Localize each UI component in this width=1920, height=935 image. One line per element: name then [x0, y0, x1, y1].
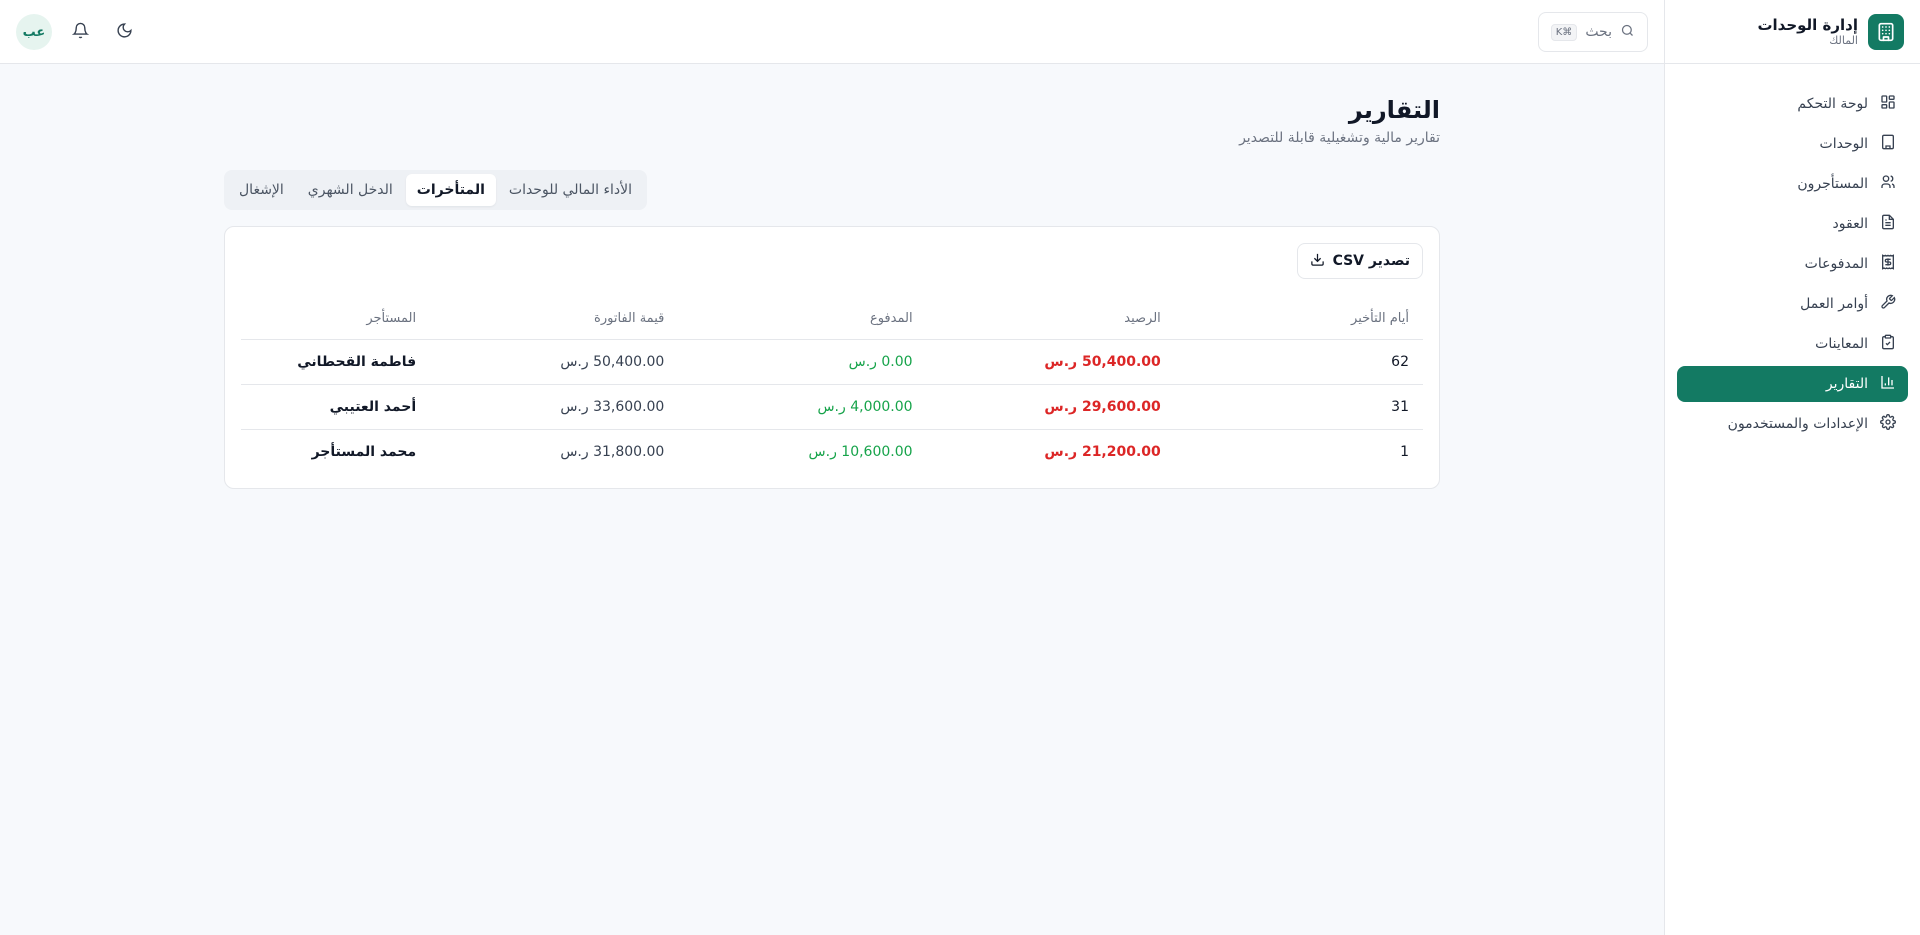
sidebar-item-settings[interactable]: الإعدادات والمستخدمون — [1677, 406, 1908, 442]
bell-icon — [71, 22, 89, 43]
sidebar-item-label: التقارير — [1825, 376, 1868, 392]
export-csv-button[interactable]: تصدير CSV — [1296, 243, 1423, 279]
sidebar-item-contracts[interactable]: العقود — [1677, 206, 1908, 242]
sidebar-item-label: المدفوعات — [1804, 256, 1868, 272]
tab-arrears[interactable]: المتأخرات — [405, 174, 496, 206]
sidebar: إدارة الوحدات المالك لوحة التحكم الوحدات… — [1664, 0, 1920, 935]
sidebar-item-payments[interactable]: المدفوعات — [1677, 246, 1908, 282]
sidebar-item-dashboard[interactable]: لوحة التحكم — [1677, 86, 1908, 122]
tab-monthly-income[interactable]: الدخل الشهري — [297, 174, 404, 206]
sidebar-item-inspections[interactable]: المعاينات — [1677, 326, 1908, 362]
column-header-invoice: قيمة الفاتورة — [430, 299, 679, 340]
sidebar-item-label: المستأجرون — [1797, 176, 1868, 192]
moon-icon — [116, 22, 133, 43]
shortcut-hint: K⌘ — [1550, 23, 1578, 41]
page-subtitle: تقارير مالية وتشغيلية قابلة للتصدير — [1239, 130, 1440, 146]
wrench-icon — [1880, 294, 1896, 314]
notifications-button[interactable] — [64, 16, 96, 48]
dashboard-icon — [1880, 94, 1896, 114]
sidebar-item-label: أوامر العمل — [1800, 296, 1868, 312]
column-header-paid: المدفوع — [678, 299, 927, 340]
cell-paid: 10,600.00 ر.س — [808, 443, 913, 460]
users-icon — [1880, 174, 1896, 194]
cell-balance: 29,600.00 ر.س — [926, 384, 1175, 430]
cell-tenant: فاطمة القحطاني — [241, 339, 431, 385]
sidebar-item-tenants[interactable]: المستأجرون — [1677, 166, 1908, 202]
sidebar-item-label: العقود — [1832, 216, 1868, 232]
column-header-balance: الرصيد — [926, 299, 1175, 340]
gear-icon — [1880, 414, 1896, 434]
sidebar-item-label: الإعدادات والمستخدمون — [1727, 416, 1868, 432]
tab-unit-performance[interactable]: الأداء المالي للوحدات — [498, 174, 643, 206]
column-header-days: أيام التأخير — [1174, 299, 1423, 340]
export-label: تصدير CSV — [1332, 253, 1410, 269]
cell-balance: 21,200.00 ر.س — [1044, 443, 1161, 460]
brand-title: إدارة الوحدات — [1757, 15, 1858, 34]
sidebar-item-work-orders[interactable]: أوامر العمل — [1677, 286, 1908, 322]
theme-toggle-button[interactable] — [108, 16, 140, 48]
brand-subtitle: المالك — [1829, 33, 1858, 47]
column-header-tenant: المستأجر — [241, 299, 431, 340]
cell-invoice: 33,600.00 ر.س — [430, 384, 679, 430]
document-icon — [1880, 214, 1896, 234]
page-title: التقارير — [1348, 96, 1440, 124]
brand: إدارة الوحدات المالك — [1665, 0, 1920, 64]
clipboard-check-icon — [1880, 334, 1896, 354]
report-tabs: الأداء المالي للوحدات المتأخرات الدخل ال… — [224, 170, 648, 210]
receipt-icon — [1880, 254, 1896, 274]
cell-days: 1 — [1400, 443, 1409, 460]
search-placeholder: بحث — [1585, 24, 1612, 40]
cell-paid: 0.00 ر.س — [678, 339, 927, 385]
tab-occupancy[interactable]: الإشغال — [228, 174, 295, 206]
sidebar-item-label: لوحة التحكم — [1797, 96, 1868, 112]
sidebar-item-reports[interactable]: التقارير — [1677, 366, 1908, 402]
sidebar-nav: لوحة التحكم الوحدات المستأجرون العقود ال… — [1665, 64, 1920, 442]
sidebar-item-label: الوحدات — [1819, 136, 1868, 152]
chart-icon — [1880, 374, 1896, 394]
cell-days: 62 — [1174, 339, 1423, 385]
header-actions: عب — [16, 14, 140, 50]
arrears-card: تصدير CSV أيام التأخير الرصيد المدفوع قي… — [224, 226, 1440, 489]
cell-balance: 50,400.00 ر.س — [926, 339, 1175, 385]
cell-invoice: 31,800.00 ر.س — [560, 443, 665, 460]
search-box[interactable]: بحث K⌘ — [1538, 12, 1648, 52]
building-icon — [1880, 134, 1896, 154]
cell-days: 31 — [1174, 384, 1423, 430]
table-row: 31 29,600.00 ر.س 4,000.00 ر.س 33,600.00 … — [241, 384, 1423, 430]
main-content: التقارير تقارير مالية وتشغيلية قابلة للت… — [224, 64, 1440, 489]
table-row: 62 50,400.00 ر.س 0.00 ر.س 50,400.00 ر.س … — [241, 339, 1423, 385]
building-logo-icon — [1868, 13, 1904, 50]
sidebar-item-label: المعاينات — [1815, 336, 1868, 352]
cell-tenant: محمد المستأجر — [311, 443, 417, 460]
sidebar-item-units[interactable]: الوحدات — [1677, 126, 1908, 162]
cell-invoice: 50,400.00 ر.س — [430, 339, 679, 385]
top-bar: بحث K⌘ عب — [0, 0, 1664, 64]
avatar[interactable]: عب — [16, 14, 52, 50]
download-icon — [1310, 252, 1325, 271]
table-row: 1 21,200.00 ر.س 10,600.00 ر.س 31,800.00 … — [241, 429, 1423, 474]
table-header-row: أيام التأخير الرصيد المدفوع قيمة الفاتور… — [241, 299, 1423, 340]
cell-tenant: أحمد العتيبي — [241, 384, 431, 430]
search-icon — [1620, 23, 1635, 42]
arrears-table: أيام التأخير الرصيد المدفوع قيمة الفاتور… — [241, 299, 1423, 474]
cell-paid: 4,000.00 ر.س — [678, 384, 927, 430]
